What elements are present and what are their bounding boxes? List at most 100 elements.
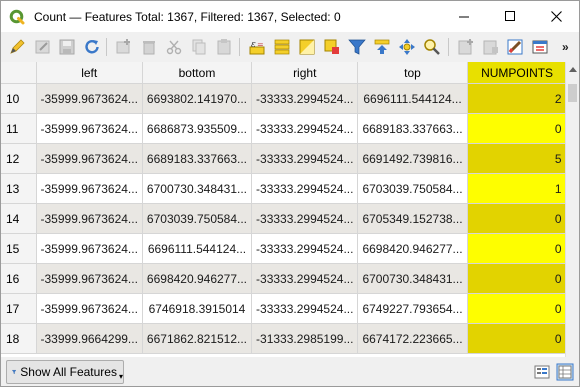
cell-numpoints[interactable]: 0 (467, 203, 568, 234)
invert-selection-icon[interactable] (298, 38, 316, 56)
row-header[interactable]: 17 (1, 293, 37, 324)
expression-select-icon[interactable]: ε = (248, 38, 266, 56)
cell-right[interactable]: -33333.2994524... (251, 203, 359, 234)
row-header[interactable]: 14 (1, 203, 37, 234)
form-view-icon[interactable] (533, 363, 551, 381)
cell-numpoints[interactable]: 5 (467, 143, 568, 174)
cell-left[interactable]: -35999.9673624... (36, 83, 143, 114)
table-row[interactable]: 13 -35999.9673624... 6700730.348431... -… (1, 173, 568, 204)
cell-numpoints[interactable]: 0 (467, 323, 568, 354)
row-header[interactable]: 10 (1, 83, 37, 114)
maximize-button[interactable] (487, 1, 533, 32)
cell-left[interactable]: -35999.9673624... (36, 233, 143, 264)
table-view-icon[interactable] (556, 363, 574, 381)
cell-left[interactable]: -35999.9673624... (36, 293, 143, 324)
cell-left[interactable]: -35999.9673624... (36, 203, 143, 234)
table-row[interactable]: 11 -35999.9673624... 6686873.935509... -… (1, 113, 568, 144)
row-header[interactable]: 12 (1, 143, 37, 174)
row-header[interactable]: 13 (1, 173, 37, 204)
cell-left[interactable]: -35999.9673624... (36, 143, 143, 174)
reload-icon[interactable] (83, 38, 101, 56)
cell-numpoints[interactable]: 0 (467, 263, 568, 294)
cell-right[interactable]: -33333.2994524... (251, 263, 359, 294)
minimize-button[interactable] (441, 1, 487, 32)
pan-to-selection-icon[interactable] (398, 38, 416, 56)
cell-bottom[interactable]: 6693802.141970... (142, 83, 253, 114)
field-calculator-icon[interactable] (506, 38, 524, 56)
cell-numpoints[interactable]: 0 (467, 233, 568, 264)
paste-icon[interactable] (215, 38, 233, 56)
table-row[interactable]: 16 -35999.9673624... 6698420.946277... -… (1, 263, 568, 294)
cell-top[interactable]: 6698420.946277... (357, 233, 468, 264)
table-row[interactable]: 18 -33999.9664299... 6671862.821512... -… (1, 323, 568, 354)
column-header-right[interactable]: right (251, 62, 359, 84)
cell-top[interactable]: 6691492.739816... (357, 143, 468, 174)
cell-left[interactable]: -35999.9673624... (36, 173, 143, 204)
new-field-icon[interactable] (457, 38, 475, 56)
move-selection-top-icon[interactable] (373, 38, 391, 56)
cell-bottom[interactable]: 6689183.337663... (142, 143, 253, 174)
cell-bottom[interactable]: 6671862.821512... (142, 323, 253, 354)
delete-field-icon[interactable] (482, 38, 500, 56)
save-edits-icon[interactable] (58, 38, 76, 56)
column-header-left[interactable]: left (36, 62, 143, 84)
cell-numpoints[interactable]: 0 (467, 113, 568, 144)
column-header-top[interactable]: top (357, 62, 468, 84)
cell-right[interactable]: -33333.2994524... (251, 233, 359, 264)
table-row[interactable]: 17 -35999.9673624... 6746918.3915014 -33… (1, 293, 568, 324)
cell-top[interactable]: 6749227.793654... (357, 293, 468, 324)
cell-right[interactable]: -33333.2994524... (251, 143, 359, 174)
select-all-icon[interactable] (273, 38, 291, 56)
multi-edit-icon[interactable] (34, 38, 52, 56)
add-feature-icon[interactable] (115, 38, 133, 56)
more-tools-icon[interactable]: » (562, 40, 569, 54)
cell-bottom[interactable]: 6696111.544124... (142, 233, 253, 264)
cell-bottom[interactable]: 6746918.3915014 (142, 293, 253, 324)
delete-feature-icon[interactable] (140, 38, 158, 56)
table-row[interactable]: 14 -35999.9673624... 6703039.750584... -… (1, 203, 568, 234)
cell-top[interactable]: 6705349.152738... (357, 203, 468, 234)
cell-top[interactable]: 6700730.348431... (357, 263, 468, 294)
cell-right[interactable]: -33333.2994524... (251, 173, 359, 204)
cell-top[interactable]: 6696111.544124... (357, 83, 468, 114)
row-header[interactable]: 11 (1, 113, 37, 144)
table-row[interactable]: 10 -35999.9673624... 6693802.141970... -… (1, 83, 568, 114)
cell-numpoints[interactable]: 2 (467, 83, 568, 114)
cell-right[interactable]: -31333.2985199... (251, 323, 359, 354)
cell-bottom[interactable]: 6703039.750584... (142, 203, 253, 234)
close-button[interactable] (533, 1, 579, 32)
filter-selected-icon[interactable] (348, 38, 366, 56)
column-header-numpoints[interactable]: NUMPOINTS (467, 62, 568, 84)
row-header[interactable]: 15 (1, 233, 37, 264)
cut-icon[interactable] (165, 38, 183, 56)
table-row[interactable]: 12 -35999.9673624... 6689183.337663... -… (1, 143, 568, 174)
cell-right[interactable]: -33333.2994524... (251, 83, 359, 114)
cell-right[interactable]: -33333.2994524... (251, 293, 359, 324)
cell-left[interactable]: -35999.9673624... (36, 263, 143, 294)
show-all-features-button[interactable]: Show All Features ▾ (6, 360, 124, 384)
zoom-to-selection-icon[interactable] (423, 38, 441, 56)
cell-top[interactable]: 6703039.750584... (357, 173, 468, 204)
cell-top[interactable]: 6689183.337663... (357, 113, 468, 144)
conditional-formatting-icon[interactable] (531, 38, 549, 56)
vertical-scrollbar[interactable] (565, 62, 579, 357)
toggle-editing-icon[interactable] (8, 38, 26, 56)
copy-icon[interactable] (190, 38, 208, 56)
row-header[interactable]: 16 (1, 263, 37, 294)
cell-left[interactable]: -33999.9664299... (36, 323, 143, 354)
deselect-icon[interactable] (323, 38, 341, 56)
scrollbar-thumb[interactable] (568, 84, 577, 102)
cell-bottom[interactable]: 6698420.946277... (142, 263, 253, 294)
table-row[interactable]: 15 -35999.9673624... 6696111.544124... -… (1, 233, 568, 264)
column-header-bottom[interactable]: bottom (142, 62, 253, 84)
cell-numpoints[interactable]: 1 (467, 173, 568, 204)
scroll-up-arrow-icon[interactable] (569, 67, 577, 72)
cell-right[interactable]: -33333.2994524... (251, 113, 359, 144)
corner-header[interactable] (1, 62, 37, 84)
cell-numpoints[interactable]: 0 (467, 293, 568, 324)
cell-top[interactable]: 6674172.223665... (357, 323, 468, 354)
cell-left[interactable]: -35999.9673624... (36, 113, 143, 144)
cell-bottom[interactable]: 6700730.348431... (142, 173, 253, 204)
row-header[interactable]: 18 (1, 323, 37, 354)
cell-bottom[interactable]: 6686873.935509... (142, 113, 253, 144)
